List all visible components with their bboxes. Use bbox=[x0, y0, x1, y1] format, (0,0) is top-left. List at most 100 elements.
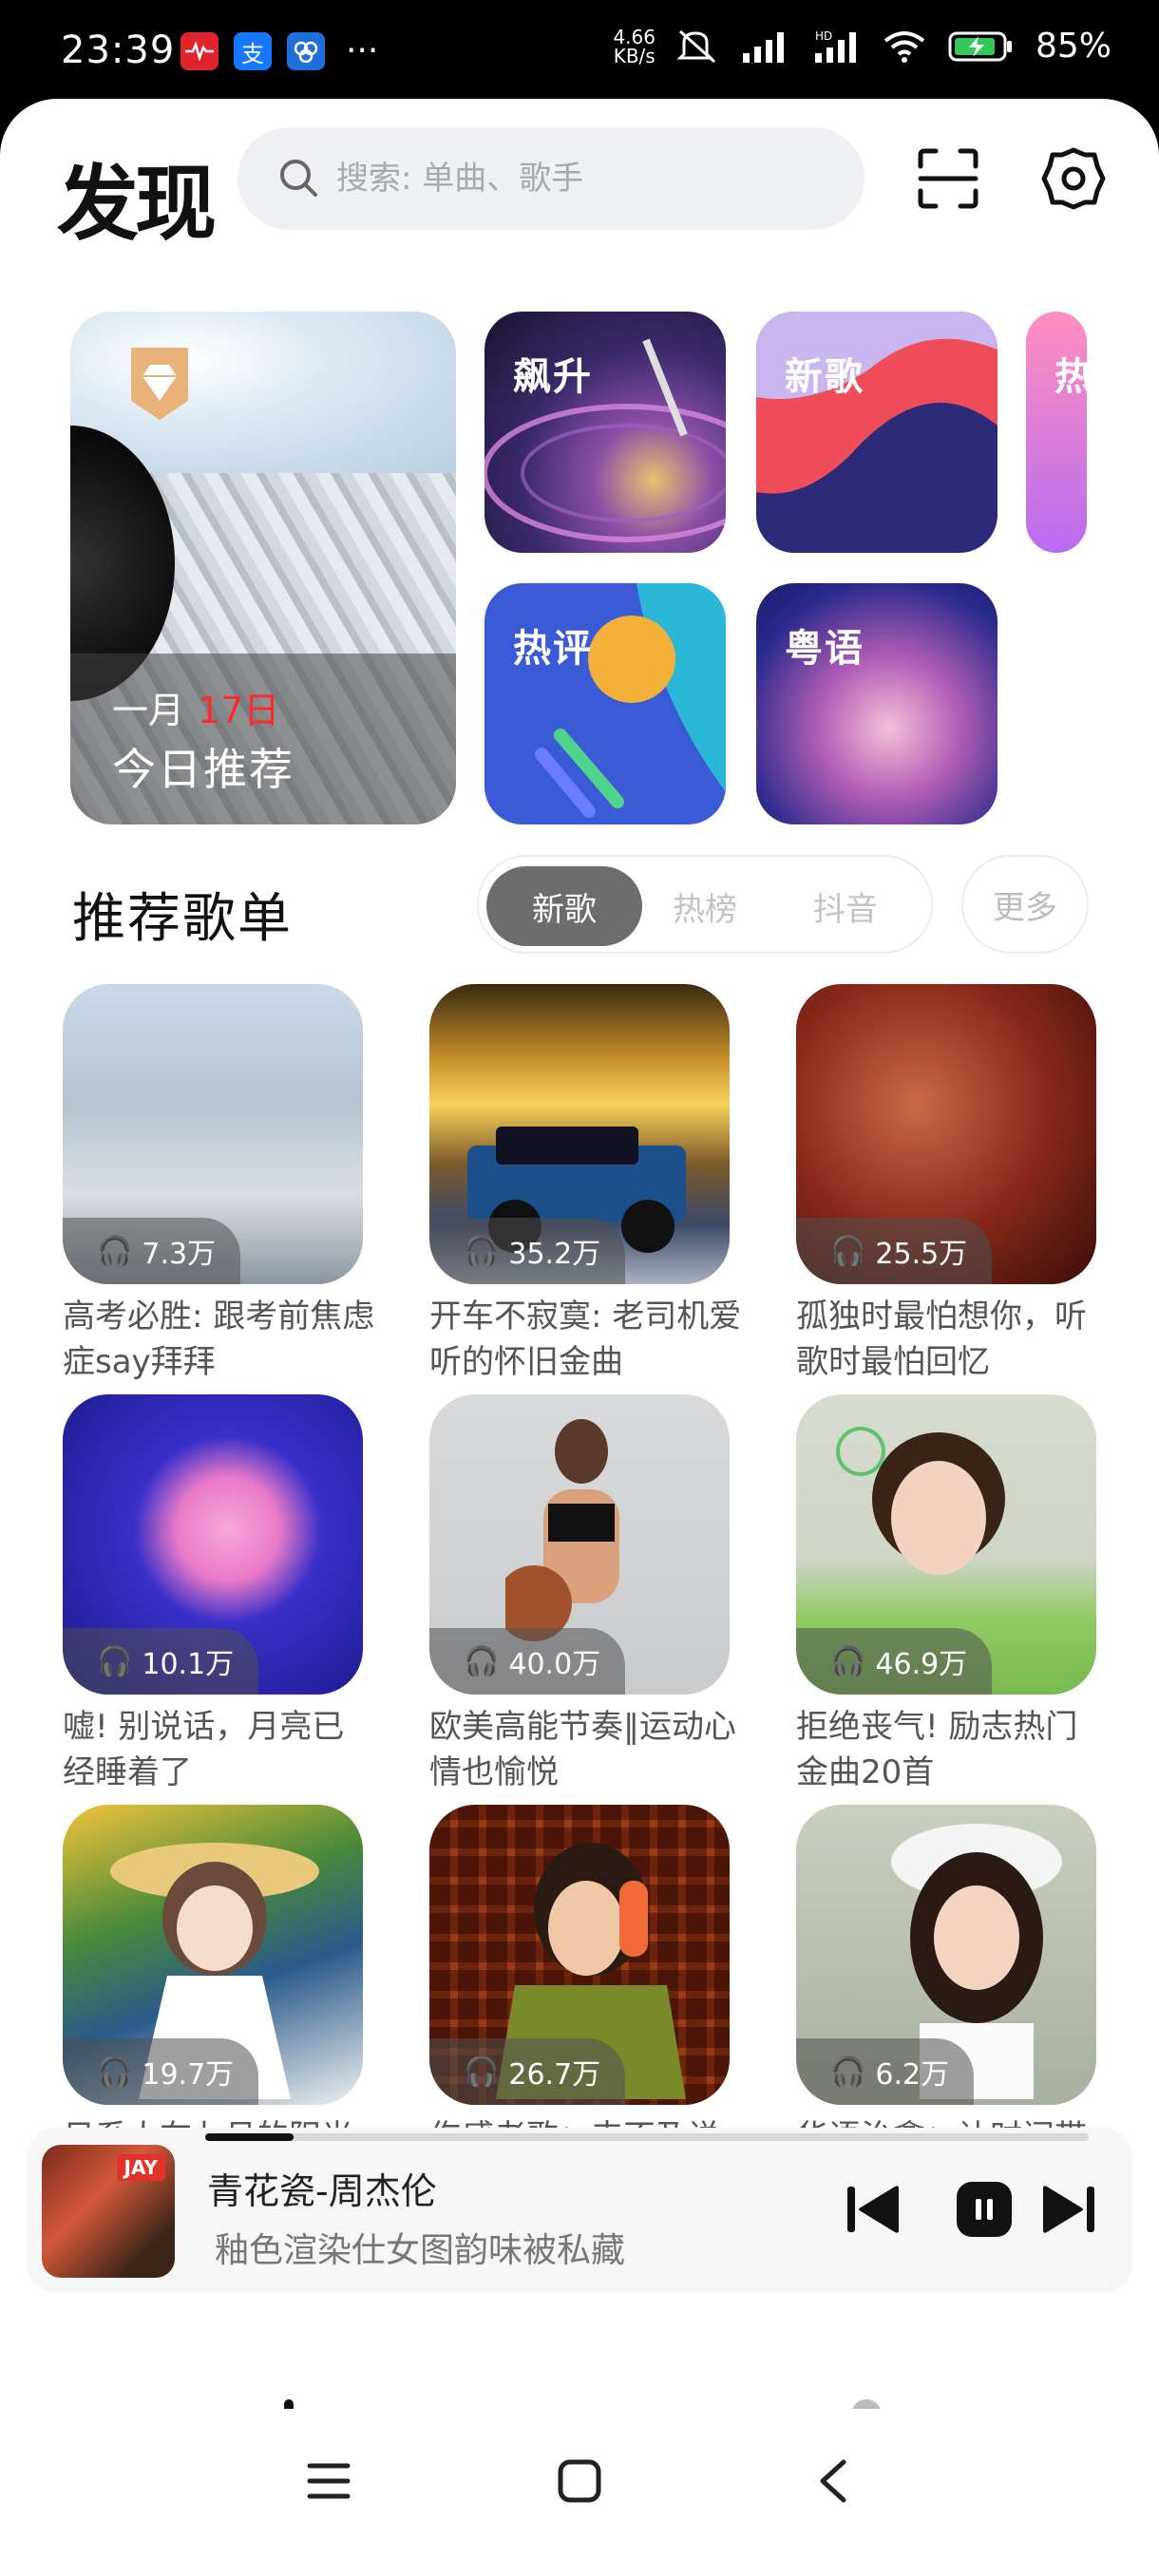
section-title: 推荐歌单 bbox=[72, 888, 293, 950]
playback-progress[interactable] bbox=[205, 2133, 1089, 2141]
playlist-cover: 🎧 46.9万 bbox=[796, 1394, 1096, 1695]
headphones-icon: 🎧 bbox=[830, 2055, 866, 2089]
tile-label: 飙升 bbox=[513, 355, 593, 399]
play-count: 🎧 6.2万 bbox=[796, 2038, 975, 2105]
playlist-cover: 🎧 19.7万 bbox=[63, 1805, 363, 2105]
playlist-title: 孤独时最怕想你，听歌时最怕回忆 bbox=[796, 1297, 1087, 1381]
playlist-title: 高考必胜: 跟考前焦虑症say拜拜 bbox=[63, 1297, 375, 1381]
play-count: 🎧 7.3万 bbox=[63, 1218, 241, 1284]
chart-tile-cantonese[interactable]: 粤语 bbox=[756, 583, 998, 824]
play-count-value: 40.0万 bbox=[508, 1648, 601, 1681]
album-art-tag: JAY bbox=[116, 2154, 165, 2181]
home-square-icon[interactable] bbox=[557, 2458, 602, 2504]
search-input[interactable] bbox=[336, 160, 830, 198]
headphones-icon: 🎧 bbox=[464, 2055, 500, 2089]
signal-icon bbox=[742, 31, 784, 63]
play-count: 🎧 19.7万 bbox=[63, 2038, 259, 2105]
battery-icon bbox=[948, 31, 1012, 61]
search-icon bbox=[280, 160, 317, 197]
play-count-value: 19.7万 bbox=[142, 2058, 235, 2092]
tab-new-songs[interactable]: 新歌 bbox=[486, 866, 642, 946]
playlist-cover: 🎧 25.5万 bbox=[796, 984, 1096, 1284]
today-month: 一月 bbox=[112, 690, 185, 731]
tab-hot-chart[interactable]: 热榜 bbox=[627, 866, 783, 946]
notification-icons: 支 ··· bbox=[180, 32, 378, 70]
playback-progress-fill bbox=[205, 2133, 294, 2141]
cloud-app-icon bbox=[287, 32, 325, 70]
next-button[interactable] bbox=[1030, 2171, 1106, 2247]
headphones-icon: 🎧 bbox=[97, 1234, 133, 1268]
scan-icon bbox=[918, 148, 978, 209]
play-count: 🎧 25.5万 bbox=[796, 1218, 993, 1284]
tile-label: 热评 bbox=[513, 627, 593, 671]
today-recommend-card[interactable]: 一月 17日 今日推荐 bbox=[70, 312, 456, 824]
skip-previous-icon bbox=[847, 2186, 899, 2233]
pause-icon bbox=[957, 2182, 1012, 2237]
playlist-cover: 🎧 7.3万 bbox=[63, 984, 363, 1284]
play-count-value: 25.5万 bbox=[875, 1238, 968, 1271]
play-count-value: 10.1万 bbox=[142, 1648, 235, 1681]
playlist-cover: 🎧 35.2万 bbox=[429, 984, 730, 1284]
back-icon[interactable] bbox=[815, 2458, 849, 2504]
album-art[interactable]: JAY bbox=[42, 2145, 175, 2278]
tab-douyin[interactable]: 抖音 bbox=[768, 866, 923, 946]
playlist-cover: 🎧 26.7万 bbox=[429, 1805, 730, 2105]
play-count-value: 7.3万 bbox=[142, 1238, 217, 1271]
page-title: 发现 bbox=[57, 157, 217, 252]
skip-next-icon bbox=[1043, 2186, 1094, 2233]
settings-button[interactable] bbox=[1037, 142, 1110, 215]
today-date: 一月 17日 bbox=[112, 681, 279, 733]
tile-label: 新歌 bbox=[785, 355, 864, 399]
more-button[interactable]: 更多 bbox=[961, 855, 1089, 954]
battery-percent: 85% bbox=[1035, 27, 1112, 66]
headphones-icon: 🎧 bbox=[830, 1234, 866, 1268]
net-speed: 4.66 KB/s bbox=[613, 28, 656, 66]
featured-tiles: 一月 17日 今日推荐 飙升 新歌 热 热评 粤语 bbox=[0, 312, 1159, 824]
song-title: 青花瓷-周杰伦 bbox=[207, 2170, 437, 2212]
tile-label: 热 bbox=[1054, 355, 1087, 399]
play-count-value: 6.2万 bbox=[875, 2058, 950, 2092]
wifi-icon bbox=[884, 30, 925, 63]
status-bar: 23:39 支 ··· 4.66 KB/s HD 85% bbox=[0, 0, 1159, 104]
headphones-icon: 🎧 bbox=[97, 1644, 133, 1678]
chart-tile-soaring[interactable]: 飙升 bbox=[484, 312, 726, 553]
chart-tile-hot-comments[interactable]: 热评 bbox=[484, 583, 726, 824]
app-screen: 发现 一月 17日 今日推荐 飙升 新歌 热 bbox=[0, 99, 1159, 2576]
heartbeat-app-icon bbox=[180, 32, 218, 70]
play-count: 🎧 10.1万 bbox=[63, 1628, 259, 1695]
play-count: 🎧 40.0万 bbox=[429, 1628, 626, 1695]
chart-tile-new[interactable]: 新歌 bbox=[756, 312, 998, 553]
playlist-cover: 🎧 10.1万 bbox=[63, 1394, 363, 1695]
headphones-icon: 🎧 bbox=[464, 1644, 500, 1678]
more-notifications-icon: ··· bbox=[346, 31, 379, 70]
tile-label: 粤语 bbox=[785, 627, 864, 671]
search-bar[interactable] bbox=[238, 127, 864, 230]
gear-icon bbox=[1041, 147, 1106, 210]
today-day: 17日 bbox=[198, 690, 280, 731]
playlist-cover: 🎧 40.0万 bbox=[429, 1394, 730, 1695]
chart-tile-hot[interactable]: 热 bbox=[1026, 312, 1087, 553]
playlist-title: 嘘! 别说话，月亮已经睡着了 bbox=[63, 1708, 345, 1791]
previous-button[interactable] bbox=[836, 2171, 912, 2247]
play-count: 🎧 26.7万 bbox=[429, 2038, 626, 2105]
playlist-title: 开车不寂寞: 老司机爱听的怀旧金曲 bbox=[429, 1297, 742, 1381]
pause-button[interactable] bbox=[946, 2171, 1022, 2247]
net-speed-unit: KB/s bbox=[613, 44, 656, 67]
mini-player[interactable]: JAY 青花瓷-周杰伦 釉色渲染仕女图韵味被私藏 bbox=[28, 2128, 1130, 2289]
net-speed-value: 4.66 bbox=[613, 25, 656, 48]
scan-button[interactable] bbox=[912, 142, 984, 215]
system-nav-bar bbox=[0, 2409, 1159, 2576]
play-count-value: 26.7万 bbox=[508, 2058, 601, 2092]
playlist-title: 拒绝丧气! 励志热门金曲20首 bbox=[796, 1708, 1078, 1791]
menu-icon[interactable] bbox=[306, 2460, 352, 2502]
headphones-icon: 🎧 bbox=[830, 1644, 866, 1678]
pay-app-icon: 支 bbox=[234, 32, 272, 70]
play-count-value: 35.2万 bbox=[508, 1238, 601, 1271]
status-right: 4.66 KB/s HD 85% bbox=[613, 27, 1112, 66]
today-label: 今日推荐 bbox=[112, 744, 294, 795]
lyric-line: 釉色渲染仕女图韵味被私藏 bbox=[215, 2231, 626, 2270]
play-count: 🎧 35.2万 bbox=[429, 1218, 626, 1284]
playlist-title: 欧美高能节奏‖运动心情也愉悦 bbox=[429, 1708, 736, 1791]
svg-text:HD: HD bbox=[815, 29, 832, 43]
status-time: 23:39 bbox=[61, 28, 176, 72]
